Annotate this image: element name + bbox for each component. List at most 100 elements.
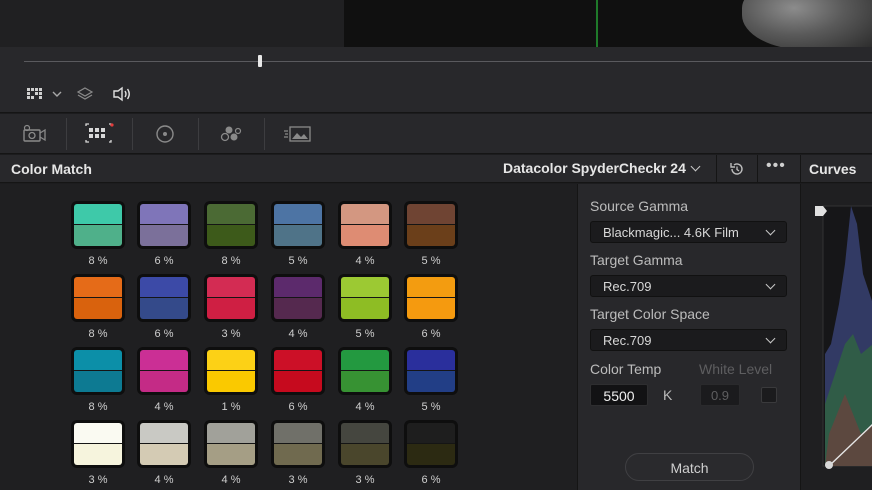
patch-source-color	[341, 371, 389, 392]
patch-percentage: 1 %	[221, 401, 241, 413]
color-patch[interactable]	[71, 274, 125, 322]
color-patch[interactable]	[137, 201, 191, 249]
patch-source-color	[407, 225, 455, 246]
patch-reference-color	[74, 350, 122, 371]
speaker-icon[interactable]	[111, 85, 133, 103]
patch-percentage: 6 %	[288, 401, 308, 413]
patch-reference-color	[274, 204, 322, 225]
source-gamma-dropdown[interactable]: Blackmagic... 4.6K Film	[590, 221, 787, 243]
patch-source-color	[140, 444, 188, 465]
patch-percentage: 6 %	[421, 328, 441, 340]
patch-source-color	[207, 371, 255, 392]
color-patch[interactable]	[204, 274, 258, 322]
patch-reference-color	[407, 423, 455, 444]
patch-source-color	[207, 225, 255, 246]
chevron-down-icon	[765, 279, 776, 290]
white-level-checkbox[interactable]	[761, 387, 777, 403]
chevron-down-icon	[765, 333, 776, 344]
patch-source-color	[407, 444, 455, 465]
color-patch[interactable]	[404, 274, 458, 322]
white-level-input[interactable]: 0.9	[700, 384, 740, 406]
patch-reference-color	[207, 204, 255, 225]
color-patch[interactable]	[204, 347, 258, 395]
header-separator	[716, 155, 717, 183]
color-patch[interactable]	[71, 420, 125, 468]
target-color-space-value: Rec.709	[603, 333, 652, 348]
color-patch[interactable]	[137, 274, 191, 322]
color-patch[interactable]	[404, 420, 458, 468]
color-chart-grid: 8 % 6 % 8 % 5 % 4 % 5 % 8 % 6 % 3 % 4 % 5 % 6 % 8 % 4…	[0, 184, 577, 490]
color-wheels-icon[interactable]	[148, 122, 182, 146]
color-patch[interactable]	[137, 420, 191, 468]
target-color-space-dropdown[interactable]: Rec.709	[590, 329, 787, 351]
patch-reference-color	[140, 277, 188, 298]
patch-percentage: 3 %	[88, 474, 108, 486]
patch-source-color	[74, 298, 122, 319]
grid-view-icon[interactable]	[25, 85, 45, 103]
patch-percentage: 4 %	[288, 328, 308, 340]
patch-reference-color	[341, 204, 389, 225]
patch-reference-color	[341, 423, 389, 444]
color-patch[interactable]	[404, 201, 458, 249]
color-patch[interactable]	[71, 347, 125, 395]
patch-source-color	[407, 371, 455, 392]
scrubber-bar[interactable]	[0, 47, 872, 77]
color-patch[interactable]	[271, 347, 325, 395]
patch-percentage: 6 %	[154, 328, 174, 340]
patch-reference-color	[407, 204, 455, 225]
color-patch[interactable]	[271, 420, 325, 468]
patch-source-color	[407, 298, 455, 319]
rgb-mixer-icon[interactable]	[214, 122, 248, 146]
motion-effects-icon[interactable]	[281, 122, 315, 146]
color-chart-dropdown[interactable]: Datacolor SpyderCheckr 24	[503, 160, 701, 176]
chevron-down-icon[interactable]	[51, 85, 63, 103]
patch-reference-color	[341, 350, 389, 371]
patch-percentage: 5 %	[421, 255, 441, 267]
target-gamma-dropdown[interactable]: Rec.709	[590, 275, 787, 297]
white-level-label: White Level	[699, 361, 773, 377]
color-patch[interactable]	[338, 201, 392, 249]
color-patch[interactable]	[338, 274, 392, 322]
camera-raw-icon[interactable]	[16, 122, 50, 146]
patch-reference-color	[341, 277, 389, 298]
patch-percentage: 8 %	[88, 255, 108, 267]
patch-percentage: 3 %	[221, 328, 241, 340]
video-frame	[344, 0, 872, 47]
curves-graph[interactable]	[801, 184, 872, 490]
patch-source-color	[341, 444, 389, 465]
color-patch[interactable]	[404, 347, 458, 395]
color-patch[interactable]	[137, 347, 191, 395]
color-temp-input[interactable]: 5500	[590, 384, 648, 406]
scrubber-track[interactable]	[24, 61, 872, 62]
patch-source-color	[140, 225, 188, 246]
curves-title: Curves	[809, 161, 857, 177]
color-match-icon[interactable]	[82, 122, 116, 146]
layers-icon[interactable]	[75, 85, 95, 103]
more-options-icon[interactable]: •••	[766, 157, 786, 175]
color-patch[interactable]	[338, 347, 392, 395]
match-button[interactable]: Match	[625, 453, 754, 481]
reset-icon[interactable]	[724, 159, 750, 179]
color-patch[interactable]	[338, 420, 392, 468]
patch-source-color	[207, 298, 255, 319]
video-image	[742, 0, 872, 47]
curve-point-black[interactable]	[825, 461, 833, 469]
patch-reference-color	[74, 423, 122, 444]
patch-reference-color	[207, 423, 255, 444]
color-patch[interactable]	[271, 274, 325, 322]
color-patch[interactable]	[271, 201, 325, 249]
patch-reference-color	[274, 350, 322, 371]
toolbar-separator	[198, 118, 199, 150]
patch-reference-color	[140, 350, 188, 371]
target-gamma-value: Rec.709	[603, 279, 652, 294]
patch-percentage: 8 %	[88, 401, 108, 413]
patch-source-color	[74, 444, 122, 465]
target-gamma-label: Target Gamma	[590, 252, 683, 268]
patch-reference-color	[207, 350, 255, 371]
patch-source-color	[140, 298, 188, 319]
playhead-handle[interactable]	[258, 55, 262, 67]
patch-percentage: 5 %	[288, 255, 308, 267]
color-patch[interactable]	[204, 420, 258, 468]
color-patch[interactable]	[71, 201, 125, 249]
color-patch[interactable]	[204, 201, 258, 249]
